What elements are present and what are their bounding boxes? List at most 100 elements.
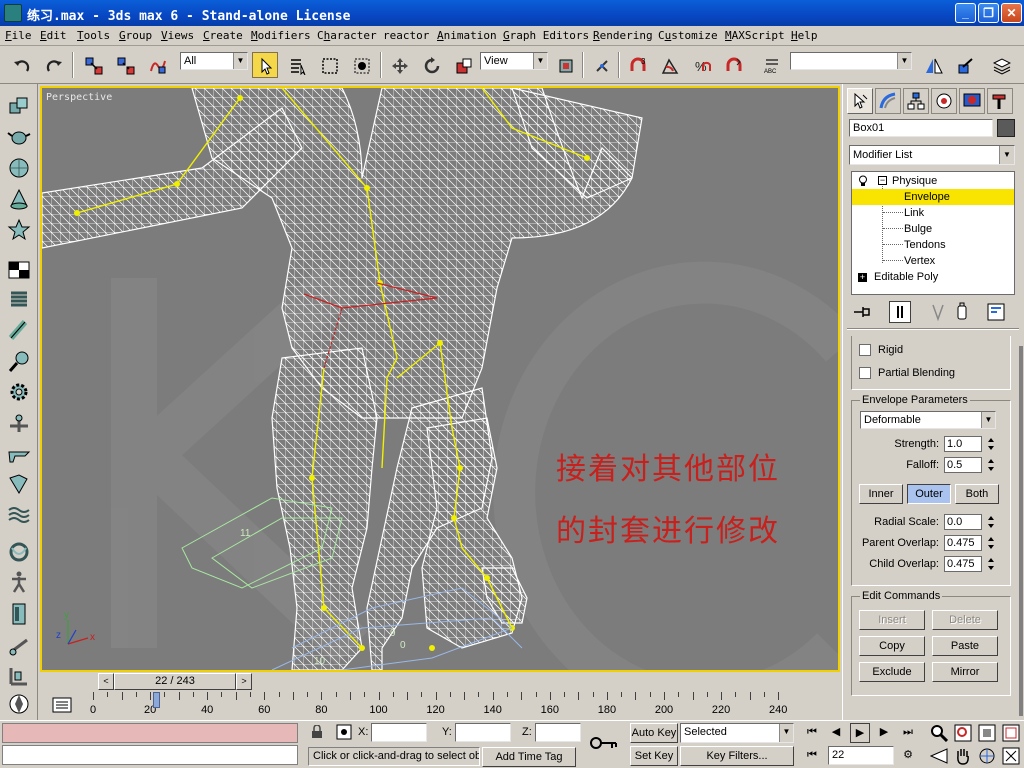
strength-spinner-field[interactable]: 1.0 (944, 436, 982, 452)
wind-icon[interactable] (7, 472, 31, 496)
menu-create[interactable]: Create (203, 29, 243, 42)
maximize-button[interactable]: ❐ (978, 3, 999, 23)
sphere-icon[interactable] (7, 156, 31, 180)
paste-button[interactable]: Paste (932, 636, 998, 656)
zoom-all-icon[interactable] (954, 724, 972, 742)
stack-item-physique[interactable]: Physique (852, 173, 1014, 189)
mirror-envelope-button[interactable]: Mirror (932, 662, 998, 682)
absolute-mode-icon[interactable] (336, 724, 352, 740)
rectangular-selection-button[interactable] (316, 52, 342, 78)
angle-snap-button[interactable] (656, 52, 682, 78)
time-slider-thumb[interactable]: 22 / 243 (114, 673, 236, 690)
bind-space-warp-button[interactable] (144, 52, 170, 78)
redo-button[interactable] (40, 52, 66, 78)
show-end-result-toggle[interactable] (889, 301, 911, 323)
stack-item-tendons[interactable]: Tendons (852, 237, 1014, 253)
tab-modify[interactable] (875, 88, 901, 114)
current-frame-field[interactable]: 22 (828, 746, 894, 765)
time-configuration-icon[interactable]: ⚙ (898, 746, 918, 766)
selection-filter-dropdown[interactable]: All ▼ (180, 52, 248, 70)
select-by-name-button[interactable] (284, 52, 310, 78)
envelope-type-dropdown[interactable]: Deformable ▼ (860, 411, 996, 429)
play-icon[interactable]: ▶ (850, 723, 870, 743)
track-bar[interactable]: 0 20 40 60 80 100 120 140 160 180 200 220 240 (80, 692, 840, 718)
gear-icon[interactable] (7, 380, 31, 404)
mini-curve-editor-icon[interactable] (52, 697, 72, 713)
falloff-spinner-arrows[interactable] (986, 457, 996, 473)
zoom-extents-all-icon[interactable] (1002, 724, 1020, 742)
star-icon[interactable] (7, 218, 31, 242)
wireframe-scene[interactable] (42, 88, 838, 670)
dropper-icon[interactable] (7, 350, 31, 374)
x-coord-field[interactable] (371, 723, 427, 742)
use-pivot-center-button[interactable] (552, 52, 578, 78)
select-and-manipulate-button[interactable] (588, 52, 614, 78)
menu-file[interactable]: File (5, 29, 32, 42)
checker-icon[interactable] (7, 258, 31, 282)
next-frame-icon[interactable]: ▶ (874, 723, 894, 743)
layers-button[interactable] (988, 52, 1014, 78)
wave-icon[interactable] (7, 502, 31, 526)
minimize-button[interactable]: _ (955, 3, 976, 23)
configure-modifier-sets-icon[interactable] (985, 301, 1007, 323)
menu-animation[interactable]: Animation (437, 29, 497, 42)
edit-named-selection-button[interactable]: ABC (758, 52, 784, 78)
add-time-tag-button[interactable]: Add Time Tag (482, 747, 576, 767)
menu-graph-editors[interactable]: Graph Editors (503, 29, 589, 42)
menu-reactor[interactable]: reactor (383, 29, 429, 42)
object-name-field[interactable]: Box01 (849, 119, 993, 137)
mirror-button[interactable] (920, 52, 946, 78)
menu-modifiers[interactable]: Modifiers (251, 29, 311, 42)
stair-icon[interactable] (7, 664, 31, 688)
undo-button[interactable] (8, 52, 34, 78)
partial-blending-checkbox[interactable] (859, 367, 871, 379)
tab-motion[interactable] (931, 88, 957, 114)
z-coord-field[interactable] (535, 723, 581, 742)
y-coord-field[interactable] (455, 723, 511, 742)
key-mode-toggle-icon[interactable]: ⏮ (802, 746, 822, 766)
cylinder-tool-icon[interactable] (7, 318, 31, 342)
modifier-list-dropdown[interactable]: Modifier List ▼ (849, 145, 1015, 165)
make-unique-icon[interactable] (927, 301, 949, 323)
exclude-button[interactable]: Exclude (859, 662, 925, 682)
go-to-start-icon[interactable]: ⏮ (802, 723, 822, 743)
menu-group[interactable]: Group (119, 29, 152, 42)
remove-modifier-icon[interactable] (951, 301, 973, 323)
select-and-scale-button[interactable] (450, 52, 476, 78)
snaps-toggle-button[interactable]: 3 (624, 52, 650, 78)
child-overlap-spinner-field[interactable]: 0.475 (944, 556, 982, 572)
dolly-icon[interactable] (7, 634, 31, 658)
previous-frame-icon[interactable]: ◀ (826, 723, 846, 743)
tab-hierarchy[interactable] (903, 88, 929, 114)
key-mode-dropdown[interactable]: Selected ▼ (680, 723, 794, 743)
window-crossing-button[interactable] (348, 52, 374, 78)
tab-utilities[interactable] (987, 88, 1013, 114)
spinner-snap-button[interactable] (720, 52, 746, 78)
select-and-move-button[interactable] (386, 52, 412, 78)
tab-display[interactable] (959, 88, 985, 114)
menu-maxscript[interactable]: MAXScript (725, 29, 785, 42)
go-to-end-icon[interactable]: ⏭ (898, 723, 918, 743)
copy-button[interactable]: Copy (859, 636, 925, 656)
viewport-label[interactable]: Perspective (46, 92, 112, 103)
both-button[interactable]: Both (955, 484, 999, 504)
select-and-link-button[interactable] (80, 52, 106, 78)
maxscript-input-mini[interactable] (2, 745, 298, 765)
child-overlap-spinner-arrows[interactable] (986, 556, 996, 572)
app-icon[interactable] (4, 4, 22, 22)
align-button[interactable] (952, 52, 978, 78)
teapot-icon[interactable] (7, 124, 31, 148)
inner-button[interactable]: Inner (859, 484, 903, 504)
falloff-spinner-field[interactable]: 0.5 (944, 457, 982, 473)
set-key-button[interactable]: Set Key (630, 746, 678, 766)
maximize-viewport-icon[interactable] (1002, 747, 1020, 765)
menu-views[interactable]: Views (161, 29, 194, 42)
create-box-icon[interactable] (7, 94, 31, 118)
select-and-rotate-button[interactable] (418, 52, 444, 78)
lock-icon[interactable] (311, 725, 323, 739)
parent-overlap-spinner-arrows[interactable] (986, 535, 996, 551)
parent-overlap-spinner-field[interactable]: 0.475 (944, 535, 982, 551)
time-slider-prev-icon[interactable]: < (98, 673, 114, 690)
perspective-viewport[interactable]: Perspective 接着对其他部位 的封套进行修改 11 9 0 10 y … (40, 86, 840, 672)
time-slider[interactable]: < 22 / 243 > (98, 673, 254, 690)
